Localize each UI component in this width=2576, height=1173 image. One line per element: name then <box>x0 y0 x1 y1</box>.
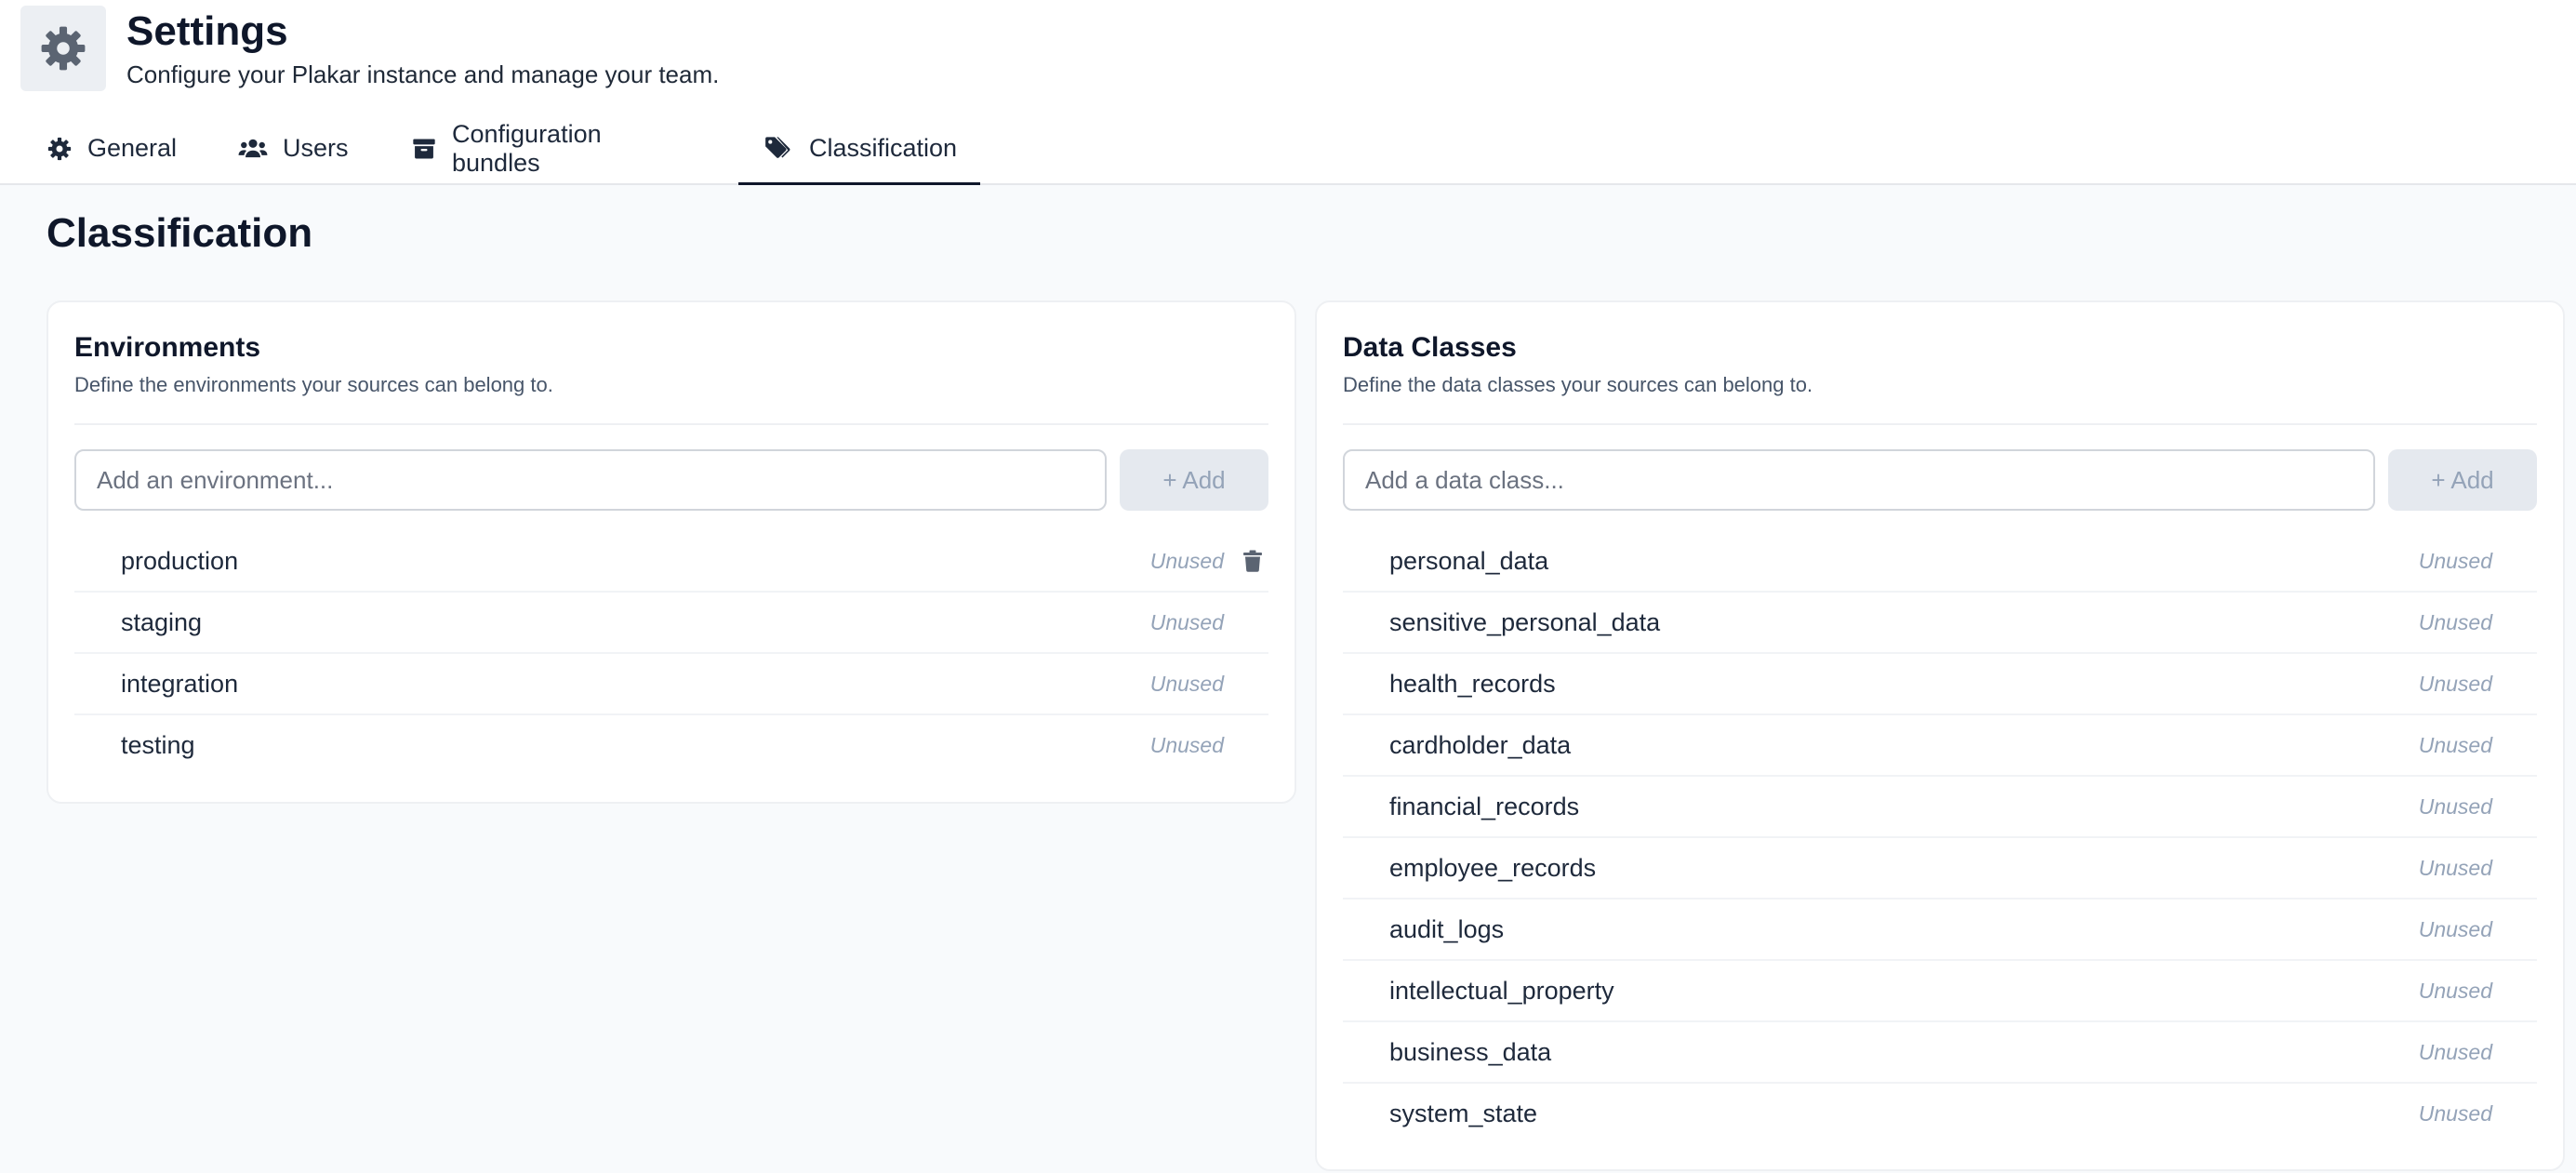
item-status: Unused <box>2418 1040 2492 1064</box>
add-environment-button[interactable]: + Add <box>1120 449 1268 511</box>
list-item[interactable]: financial_records Unused <box>1343 777 2537 838</box>
item-status: Unused <box>1149 672 1224 696</box>
tab-label: General <box>87 134 178 162</box>
tab-configuration-bundles[interactable]: Configuration bundles <box>411 113 602 183</box>
item-status: Unused <box>2418 672 2492 696</box>
list-item[interactable]: cardholder_data Unused <box>1343 715 2537 777</box>
section-title: Classification <box>46 210 313 256</box>
data-classes-card: Data Classes Define the data classes you… <box>1315 300 2565 1171</box>
list-item[interactable]: system_state Unused <box>1343 1084 2537 1145</box>
page-subtitle: Configure your Plakar instance and manag… <box>126 60 720 88</box>
item-status: Unused <box>2418 610 2492 634</box>
item-name: production <box>121 547 239 575</box>
item-status: Unused <box>2418 794 2492 819</box>
item-status: Unused <box>2418 979 2492 1003</box>
page-title: Settings <box>126 8 288 54</box>
card-description: Define the environments your sources can… <box>74 373 553 396</box>
list-item[interactable]: integration Unused <box>74 654 1268 715</box>
list-item[interactable]: employee_records Unused <box>1343 838 2537 900</box>
list-item[interactable]: health_records Unused <box>1343 654 2537 715</box>
item-status: Unused <box>2418 917 2492 941</box>
page-header: Settings Configure your Plakar instance … <box>0 0 2576 185</box>
tab-label: Users <box>283 134 349 162</box>
divider <box>1343 423 2537 425</box>
item-name: employee_records <box>1389 854 1597 882</box>
item-status: Unused <box>2418 1101 2492 1126</box>
add-data-class-button[interactable]: + Add <box>2388 449 2537 511</box>
list-item[interactable]: intellectual_property Unused <box>1343 961 2537 1022</box>
item-status: Unused <box>2418 856 2492 880</box>
item-name: financial_records <box>1389 793 1580 820</box>
item-status: Unused <box>1149 733 1224 757</box>
item-status: Unused <box>2418 733 2492 757</box>
item-name: system_state <box>1389 1100 1538 1127</box>
tags-icon <box>765 136 790 158</box>
gear-icon <box>47 137 72 160</box>
item-name: sensitive_personal_data <box>1389 608 1661 636</box>
item-status: Unused <box>2418 549 2492 573</box>
users-icon <box>238 139 268 157</box>
item-name: health_records <box>1389 670 1556 698</box>
box-icon <box>413 139 435 158</box>
item-name: cardholder_data <box>1389 731 1572 759</box>
item-name: integration <box>121 670 239 698</box>
card-title: Environments <box>74 332 261 363</box>
gear-icon <box>20 6 106 91</box>
item-name: intellectual_property <box>1389 977 1614 1005</box>
list-item[interactable]: testing Unused <box>74 715 1268 777</box>
list-item[interactable]: personal_data Unused <box>1343 531 2537 593</box>
card-description: Define the data classes your sources can… <box>1343 373 1813 396</box>
card-title: Data Classes <box>1343 332 1517 363</box>
item-name: audit_logs <box>1389 915 1505 943</box>
item-name: staging <box>121 608 203 636</box>
list-item[interactable]: audit_logs Unused <box>1343 900 2537 961</box>
environment-list: production Unused staging Unused integra… <box>74 531 1268 777</box>
environments-card: Environments Define the environments you… <box>46 300 1296 804</box>
item-name: business_data <box>1389 1038 1552 1066</box>
tab-general[interactable]: General <box>46 113 177 183</box>
item-status: Unused <box>1149 549 1224 573</box>
environment-input[interactable] <box>74 449 1107 511</box>
data-class-list: personal_data Unused sensitive_personal_… <box>1343 531 2537 1145</box>
item-name: testing <box>121 731 195 759</box>
tab-users[interactable]: Users <box>238 113 349 183</box>
list-item[interactable]: business_data Unused <box>1343 1022 2537 1084</box>
tab-label: Configuration bundles <box>452 119 602 177</box>
tab-label: Classification <box>809 134 958 162</box>
item-name: personal_data <box>1389 547 1549 575</box>
list-item[interactable]: staging Unused <box>74 593 1268 654</box>
list-item[interactable]: production Unused <box>74 531 1268 593</box>
tab-classification[interactable]: Classification <box>738 113 980 185</box>
list-item[interactable]: sensitive_personal_data Unused <box>1343 593 2537 654</box>
divider <box>74 423 1268 425</box>
item-status: Unused <box>1149 610 1224 634</box>
trash-icon[interactable] <box>1242 550 1263 572</box>
data-class-input[interactable] <box>1343 449 2375 511</box>
